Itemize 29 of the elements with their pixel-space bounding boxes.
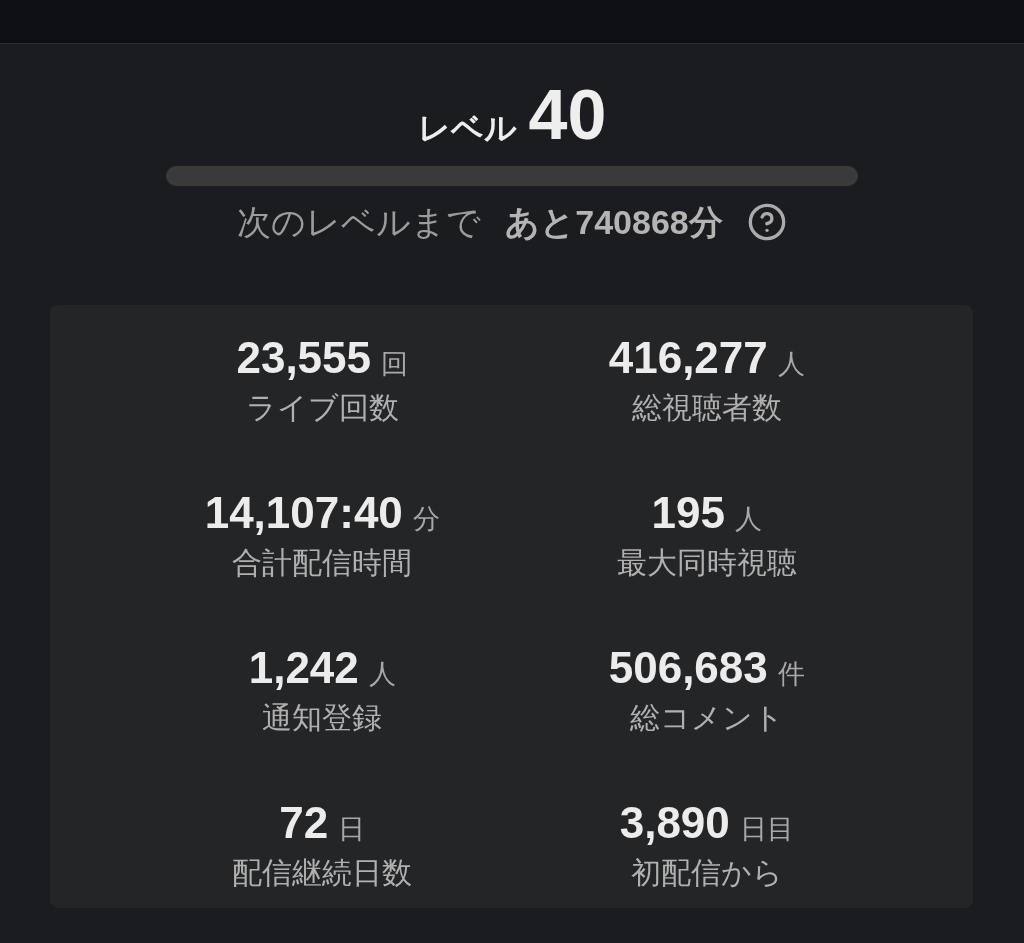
remaining-minutes: あと740868分: [505, 205, 723, 239]
next-level-label: 次のレベルまで: [237, 205, 482, 239]
stat-unit: 人: [368, 661, 396, 688]
stat-value: 506,683: [608, 643, 768, 693]
stat-label: 配信継続日数: [232, 855, 413, 891]
stat-unit: 日: [338, 816, 366, 843]
stat-label: 通知登録: [262, 700, 383, 736]
stat-value: 23,555: [236, 333, 372, 383]
stat-label: 初配信から: [630, 855, 783, 891]
stat-value: 416,277: [608, 333, 768, 383]
stat-value: 3,890: [619, 798, 730, 848]
stat-value: 195: [651, 488, 725, 538]
stat-label: 総コメント: [629, 700, 784, 736]
level-number: 40: [528, 80, 607, 150]
stat-unit: 人: [777, 351, 805, 378]
stat-value: 14,107:40: [204, 488, 403, 538]
stat-label: 合計配信時間: [232, 545, 413, 581]
stat-label: 総視聴者数: [631, 390, 782, 426]
stat-unit: 人: [734, 506, 762, 533]
stat-label: 最大同時視聴: [616, 545, 797, 581]
stat-value: 72: [279, 798, 329, 848]
stat-unit: 分: [412, 506, 440, 533]
stat-unit: 件: [777, 661, 805, 688]
help-icon[interactable]: [746, 202, 787, 242]
stat-unit: 回: [381, 351, 409, 378]
level-label: レベル: [417, 112, 517, 144]
stat-label: ライブ回数: [245, 390, 399, 426]
stat-unit: 日目: [739, 816, 794, 843]
stat-value: 1,242: [248, 643, 359, 693]
